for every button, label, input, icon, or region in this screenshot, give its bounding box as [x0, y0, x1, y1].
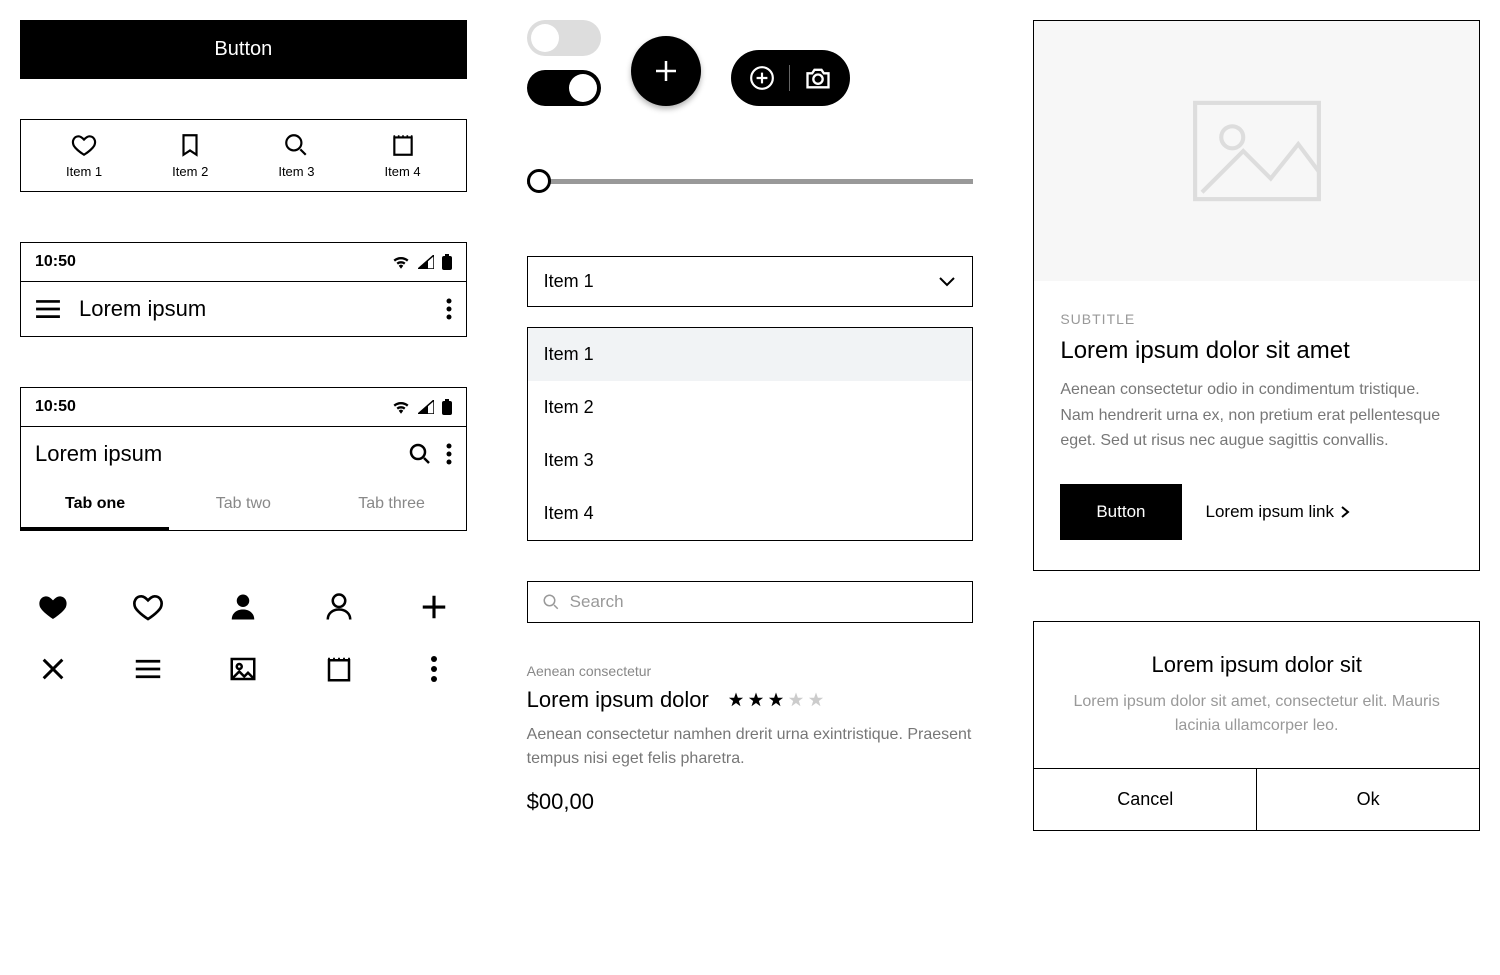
search-icon: [542, 593, 560, 611]
card-link-text: Lorem ipsum link: [1206, 502, 1335, 522]
nav-label: Item 4: [384, 164, 420, 179]
product-price: $00,00: [527, 789, 974, 815]
search-field[interactable]: [570, 592, 959, 612]
status-time: 10:50: [35, 253, 76, 271]
tab-one[interactable]: Tab one: [21, 481, 169, 530]
slider-handle[interactable]: [527, 169, 551, 193]
dialog-title: Lorem ipsum dolor sit: [1060, 652, 1453, 678]
screen-basic: 10:50 Lorem ipsum: [20, 242, 467, 337]
more-icon: [418, 653, 450, 685]
star-empty-icon: [787, 691, 805, 709]
nav-item-1[interactable]: Item 1: [66, 132, 102, 179]
star-filled-icon: [727, 691, 745, 709]
heart-icon: [71, 132, 97, 158]
dropdown[interactable]: Item 1: [527, 256, 974, 307]
bottom-nav: Item 1 Item 2 Item 3 Item 4: [20, 119, 467, 192]
tab-three[interactable]: Tab three: [317, 481, 465, 530]
dialog: Lorem ipsum dolor sit Lorem ipsum dolor …: [1033, 621, 1480, 831]
rating: [727, 691, 825, 709]
wifi-icon: [392, 400, 410, 414]
card-link[interactable]: Lorem ipsum link: [1206, 502, 1351, 522]
card-image-placeholder: [1034, 21, 1479, 281]
image-icon: [227, 653, 259, 685]
slider[interactable]: [527, 166, 974, 196]
chevron-down-icon: [938, 276, 956, 288]
calendar-icon: [323, 653, 355, 685]
camera-icon: [804, 64, 832, 92]
user-filled-icon: [227, 591, 259, 623]
tab-bar: Tab one Tab two Tab three: [21, 481, 466, 530]
card-desc: Aenean consectetur odio in condimentum t…: [1060, 377, 1453, 454]
menu-icon: [132, 653, 164, 685]
cancel-button[interactable]: Cancel: [1034, 769, 1256, 830]
user-outline-icon: [323, 591, 355, 623]
battery-icon: [442, 399, 452, 415]
listbox: Item 1 Item 2 Item 3 Item 4: [527, 327, 974, 541]
list-item[interactable]: Item 3: [528, 434, 973, 487]
icon-palette: [20, 591, 467, 685]
plus-icon: [651, 56, 681, 86]
card-title: Lorem ipsum dolor sit amet: [1060, 337, 1453, 365]
more-icon[interactable]: [446, 298, 452, 320]
product-desc: Aenean consectetur namhen drerit urna ex…: [527, 723, 974, 771]
status-time: 10:50: [35, 398, 76, 416]
star-empty-icon: [807, 691, 825, 709]
dialog-desc: Lorem ipsum dolor sit amet, consectetur …: [1060, 690, 1453, 738]
cellular-icon: [418, 400, 434, 414]
calendar-icon: [390, 132, 416, 158]
card-button[interactable]: Button: [1060, 484, 1181, 540]
app-bar: Lorem ipsum: [21, 282, 466, 336]
content-card: SUBTITLE Lorem ipsum dolor sit amet Aene…: [1033, 20, 1480, 571]
toggle-on[interactable]: [527, 70, 601, 106]
breadcrumb: Aenean consectetur: [527, 663, 974, 679]
more-icon[interactable]: [446, 443, 452, 465]
heart-outline-icon: [132, 591, 164, 623]
nav-label: Item 1: [66, 164, 102, 179]
screen-tabs: 10:50 Lorem ipsum Tab one Tab two Tab th…: [20, 387, 467, 531]
bookmark-icon: [177, 132, 203, 158]
app-title: Lorem ipsum: [35, 441, 390, 467]
plus-icon: [418, 591, 450, 623]
close-icon: [37, 653, 69, 685]
app-title: Lorem ipsum: [79, 296, 428, 322]
tab-two[interactable]: Tab two: [169, 481, 317, 530]
search-input[interactable]: [527, 581, 974, 623]
dropdown-value: Item 1: [544, 271, 594, 292]
list-item[interactable]: Item 4: [528, 487, 973, 540]
status-bar: 10:50: [21, 388, 466, 427]
star-filled-icon: [747, 691, 765, 709]
fab-add[interactable]: [631, 36, 701, 106]
star-filled-icon: [767, 691, 785, 709]
plus-circle-icon: [749, 65, 775, 91]
nav-label: Item 2: [172, 164, 208, 179]
nav-item-2[interactable]: Item 2: [172, 132, 208, 179]
chevron-right-icon: [1340, 505, 1350, 519]
battery-icon: [442, 254, 452, 270]
wifi-icon: [392, 255, 410, 269]
menu-icon[interactable]: [35, 299, 61, 319]
list-item[interactable]: Item 2: [528, 381, 973, 434]
product-card: Aenean consectetur Lorem ipsum dolor Aen…: [527, 663, 974, 815]
nav-item-4[interactable]: Item 4: [384, 132, 420, 179]
status-bar: 10:50: [21, 243, 466, 282]
app-bar: Lorem ipsum: [21, 427, 466, 481]
search-icon: [283, 132, 309, 158]
nav-label: Item 3: [278, 164, 314, 179]
list-item[interactable]: Item 1: [528, 328, 973, 381]
nav-item-3[interactable]: Item 3: [278, 132, 314, 179]
cellular-icon: [418, 255, 434, 269]
heart-filled-icon: [37, 591, 69, 623]
product-title: Lorem ipsum dolor: [527, 687, 709, 713]
search-icon[interactable]: [408, 442, 432, 466]
toggle-off[interactable]: [527, 20, 601, 56]
primary-button[interactable]: Button: [20, 20, 467, 79]
ok-button[interactable]: Ok: [1256, 769, 1479, 830]
card-subtitle: SUBTITLE: [1060, 311, 1453, 327]
pill-button[interactable]: [731, 50, 850, 106]
